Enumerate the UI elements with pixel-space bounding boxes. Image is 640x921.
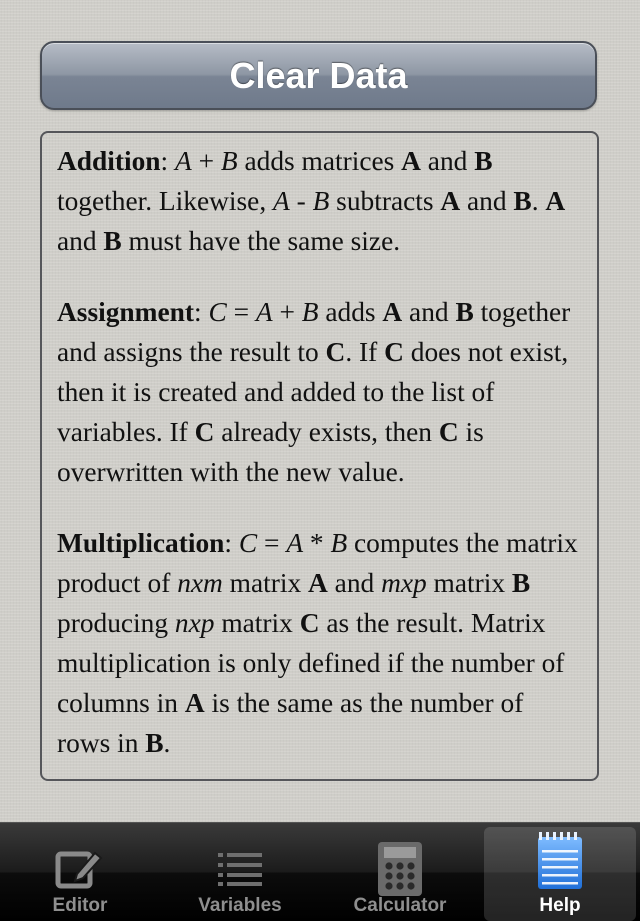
help-text-run: :	[193, 297, 209, 327]
list-icon	[218, 841, 262, 897]
help-text-run: B	[145, 728, 164, 758]
help-text-run: nxm	[177, 568, 223, 598]
tab-help[interactable]: Help	[484, 827, 636, 921]
clear-data-button[interactable]: Clear Data	[40, 41, 597, 110]
help-text-run: and	[402, 297, 456, 327]
help-text-run: mxp	[381, 568, 427, 598]
notepad-icon	[536, 832, 584, 889]
help-text-run: adds	[318, 297, 383, 327]
tab-editor[interactable]: Editor	[0, 823, 160, 921]
help-text-run: +	[191, 146, 221, 176]
help-text-run: matrix	[426, 568, 512, 598]
help-text-run: must have the same size.	[121, 226, 401, 256]
tab-label: Editor	[52, 895, 108, 916]
help-text-run: B	[103, 226, 122, 256]
help-text-run: *	[303, 528, 331, 558]
help-text-run: A	[286, 528, 304, 558]
help-text-run: :	[224, 528, 239, 558]
help-text-run: =	[226, 297, 256, 327]
calculator-icon	[377, 841, 423, 897]
help-text-run: B	[301, 297, 319, 327]
help-text-run: A	[308, 568, 328, 598]
help-text-run: and	[327, 568, 382, 598]
help-text-run: adds matrices	[237, 146, 402, 176]
help-text-run: and	[420, 146, 475, 176]
help-text-run: B	[474, 146, 493, 176]
help-text-run: Assignment	[57, 297, 194, 327]
help-text-view[interactable]: Addition: A + B adds matrices A and B to…	[40, 131, 599, 781]
tab-label: Calculator	[353, 895, 447, 916]
edit-icon	[55, 841, 105, 897]
help-text-run: B	[455, 297, 474, 327]
help-text-run: A	[273, 186, 290, 216]
help-text-run: B	[220, 146, 238, 176]
help-text-run: :	[160, 146, 175, 176]
help-text-run: C	[384, 337, 404, 367]
help-text-run: together. Likewise,	[57, 186, 274, 216]
help-paragraph: Assignment: C = A + B adds A and B toget…	[57, 292, 583, 492]
help-text-run: A	[401, 146, 421, 176]
help-text-run: A	[440, 186, 461, 216]
help-text-run: +	[272, 297, 302, 327]
help-text-run: -	[289, 186, 313, 216]
help-text-run: C	[299, 608, 320, 638]
help-text-run: B	[513, 186, 532, 216]
help-text-run: and	[57, 226, 104, 256]
help-text-run: C	[238, 528, 258, 558]
help-text-run: C	[194, 417, 215, 447]
help-text-run: Addition	[57, 146, 161, 176]
help-text-run: B	[330, 528, 348, 558]
tab-calculator[interactable]: Calculator	[320, 823, 480, 921]
help-text-run: A	[255, 297, 273, 327]
help-text-run: C	[325, 337, 346, 367]
help-text-run: nxp	[174, 608, 215, 638]
help-text-run: already exists, then	[214, 417, 439, 447]
help-text-run: A	[545, 186, 566, 216]
help-text-run: matrix	[222, 568, 309, 598]
help-text-run: and	[460, 186, 514, 216]
help-text-run: A	[175, 146, 192, 176]
help-text-run: .	[531, 186, 546, 216]
help-paragraph: Multiplication: C = A * B computes the m…	[57, 523, 583, 763]
help-text-run: C	[438, 417, 459, 447]
help-content: Addition: A + B adds matrices A and B to…	[42, 133, 597, 763]
tab-bar: Editor Variables Calculator Help	[0, 822, 640, 921]
tab-label: Variables	[198, 895, 282, 916]
help-text-run: A	[382, 297, 403, 327]
help-text-run: B	[511, 568, 531, 598]
help-text-run: matrix	[214, 608, 300, 638]
help-text-run: =	[257, 528, 287, 558]
help-paragraph: Addition: A + B adds matrices A and B to…	[57, 141, 583, 261]
help-text-run: subtracts	[329, 186, 441, 216]
help-text-run: A	[184, 688, 205, 718]
help-text-run: Multiplication	[57, 528, 225, 558]
tab-label: Help	[539, 895, 581, 916]
help-text-run: C	[208, 297, 227, 327]
help-text-run: . If	[345, 337, 385, 367]
tab-variables[interactable]: Variables	[160, 823, 320, 921]
help-text-run: B	[312, 186, 330, 216]
help-text-run: producing	[57, 608, 175, 638]
help-text-run: .	[163, 728, 171, 758]
